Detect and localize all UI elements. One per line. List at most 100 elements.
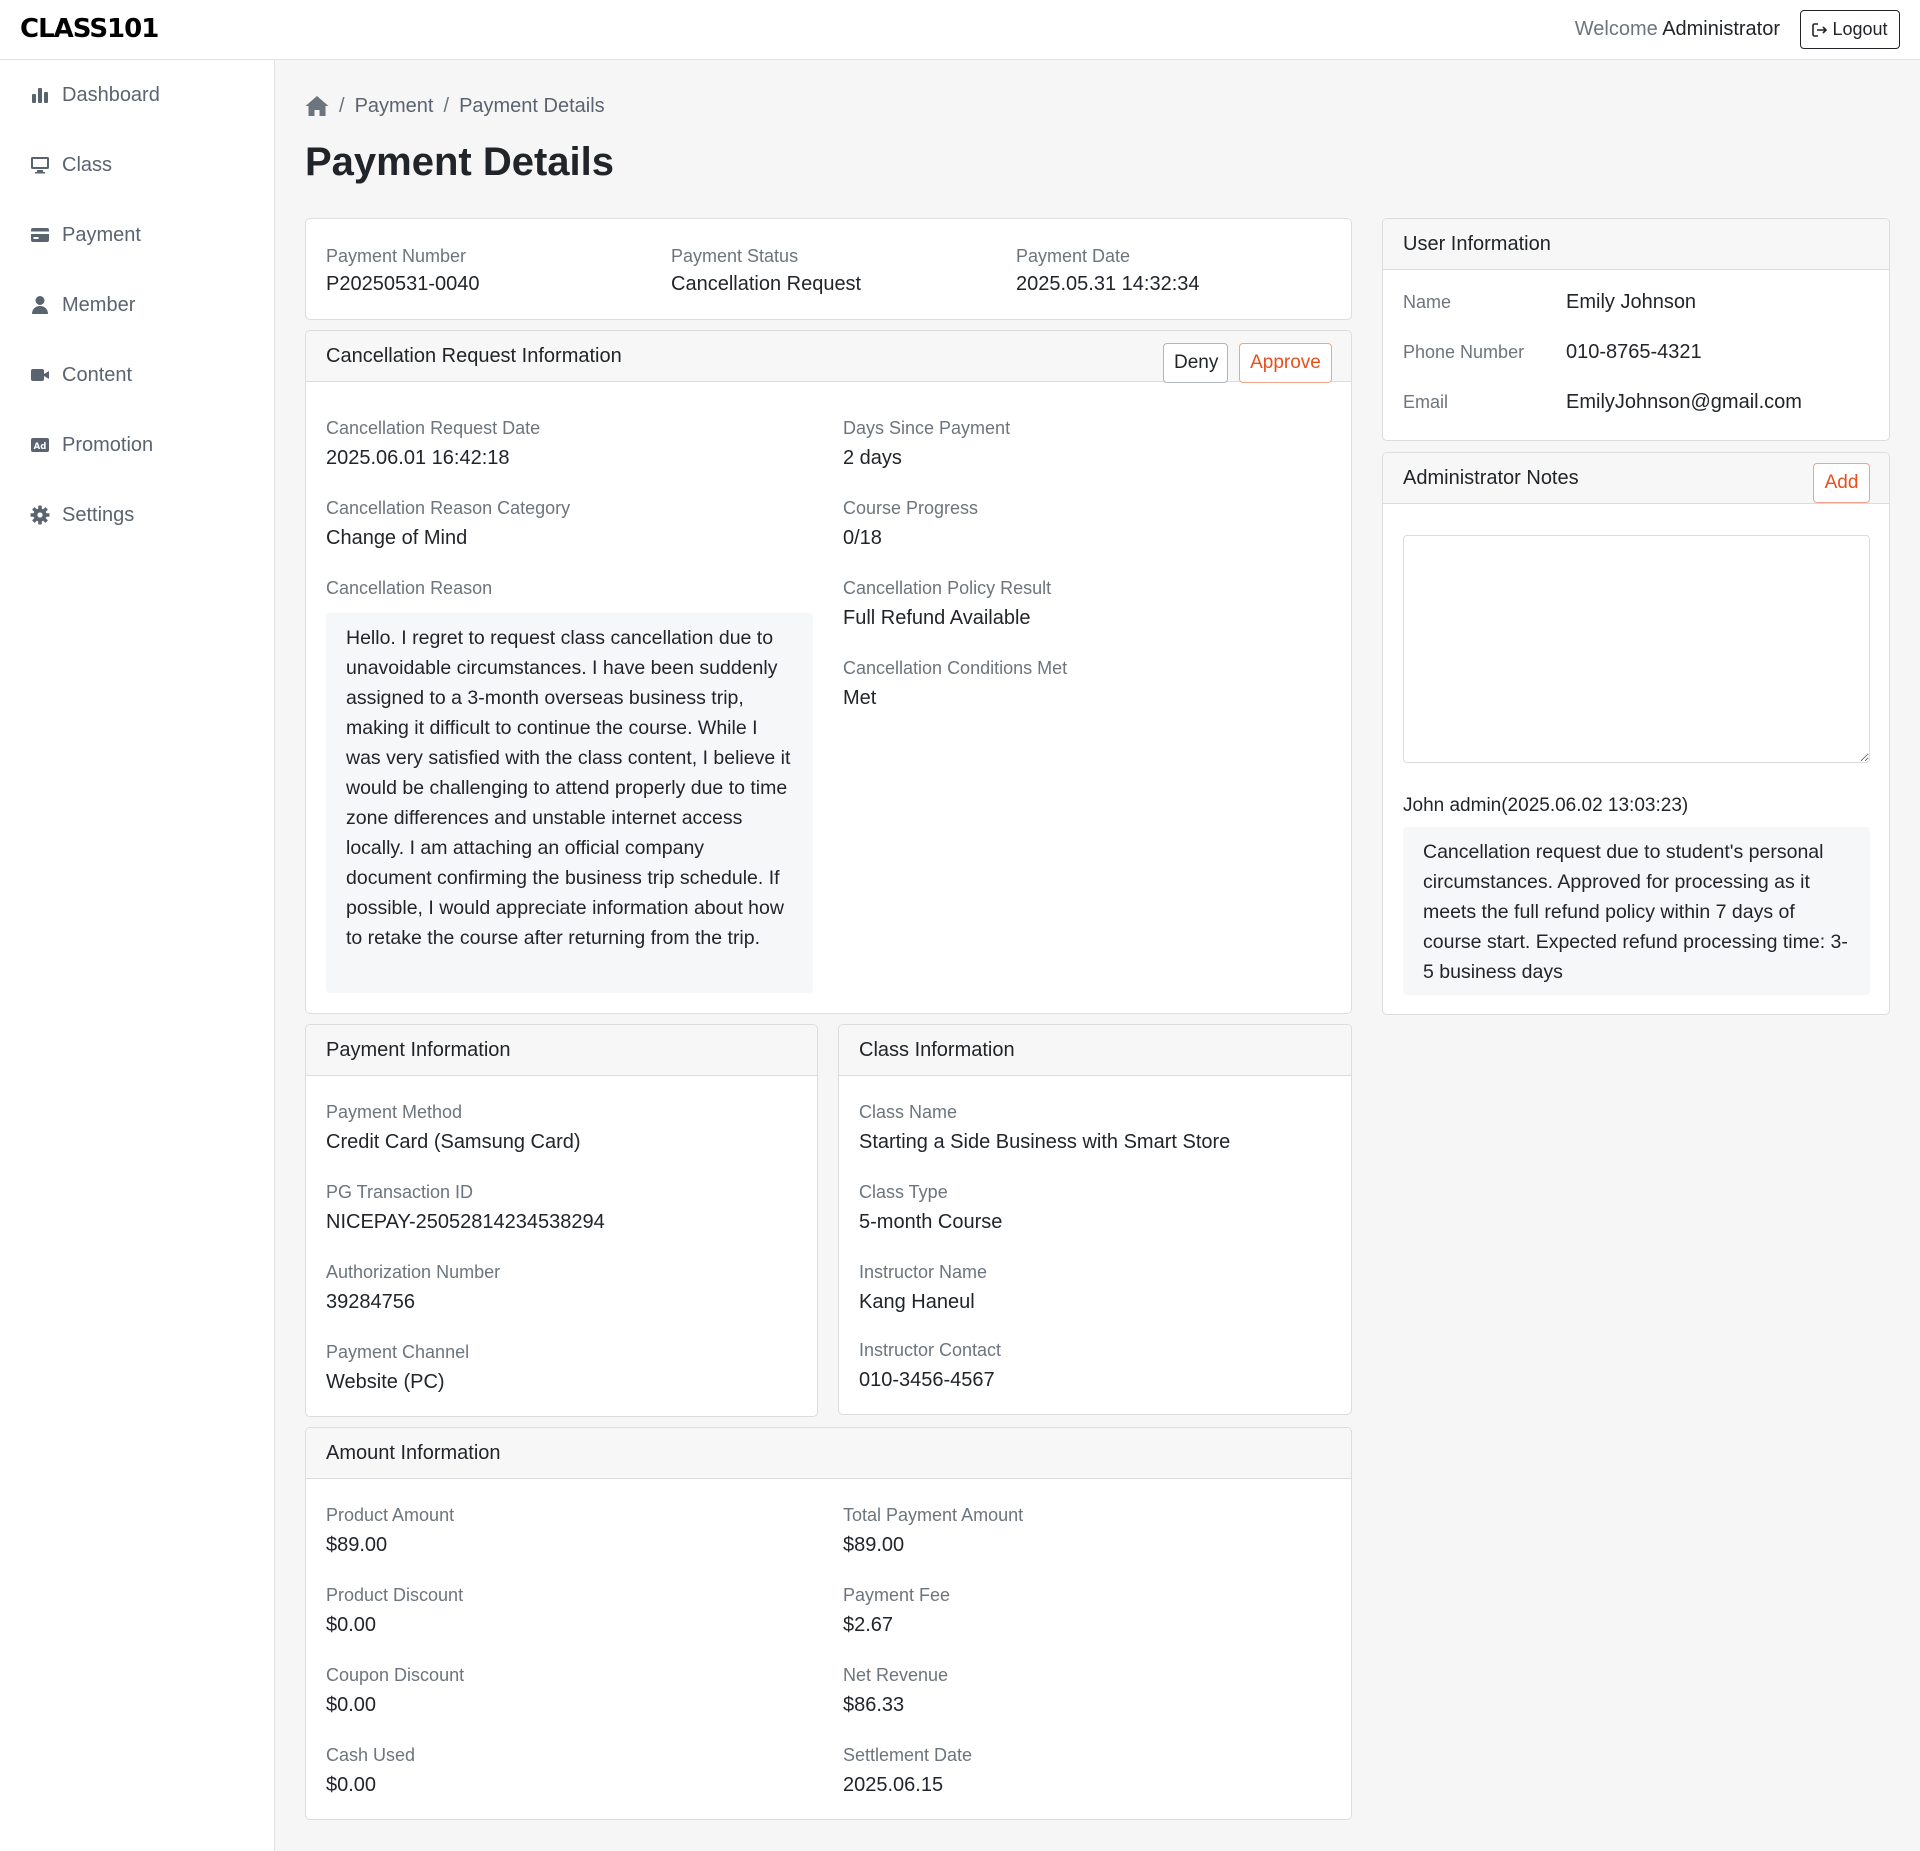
welcome-prefix: Welcome: [1574, 18, 1658, 40]
admin-note-textarea[interactable]: [1403, 535, 1870, 763]
product-amount-field: Product Amount $89.00: [326, 1504, 454, 1558]
sidebar-item-member[interactable]: Member: [30, 290, 135, 320]
field-label: Payment Status: [671, 246, 799, 266]
payment-number: P20250531-0040: [326, 273, 480, 295]
card-header: Payment Information: [306, 1025, 817, 1076]
field-label: Cancellation Request Date: [326, 418, 541, 438]
sidebar-item-dashboard[interactable]: Dashboard: [30, 80, 160, 110]
amount-information-card: Amount Information Product Amount $89.00…: [305, 1427, 1352, 1820]
sidebar-item-label: Settings: [62, 503, 135, 526]
current-user-name: Administrator: [1662, 18, 1780, 40]
gear-icon: [30, 505, 50, 525]
field-value: 39284756: [326, 1291, 415, 1313]
instructor-contact-field: Instructor Contact 010-3456-4567: [859, 1339, 1001, 1393]
user-name: Emily Johnson: [1566, 290, 1697, 313]
field-label: Payment Date: [1016, 246, 1131, 266]
logout-label: Logout: [1832, 19, 1888, 39]
field-value: 010-3456-4567: [859, 1369, 995, 1391]
field-value: Met: [843, 687, 877, 709]
row-label: Phone Number: [1403, 341, 1525, 362]
deny-button[interactable]: Deny: [1163, 343, 1228, 383]
user-phone: 010-8765-4321: [1566, 340, 1702, 363]
payment-date-field: Payment Date 2025.05.31 14:32:34: [1016, 245, 1200, 297]
card-title: User Information: [1403, 232, 1551, 255]
user-phone-row: Phone Number 010-8765-4321: [1403, 337, 1869, 367]
payment-channel-field: Payment Channel Website (PC): [326, 1341, 469, 1395]
card-title: Cancellation Request Information: [326, 344, 622, 367]
card-title: Payment Information: [326, 1038, 511, 1061]
sidebar-item-class[interactable]: Class: [30, 150, 112, 180]
sidebar-item-label: Payment: [62, 223, 141, 246]
card-header: Class Information: [839, 1025, 1351, 1076]
cancellation-policy-result-field: Cancellation Policy Result Full Refund A…: [843, 577, 1051, 631]
payment-summary-card: Payment Number P20250531-0040 Payment St…: [305, 218, 1352, 320]
field-label: Coupon Discount: [326, 1665, 465, 1685]
monitor-icon: [31, 157, 49, 174]
field-label: Authorization Number: [326, 1262, 501, 1282]
payment-information-card: Payment Information Payment Method Credi…: [305, 1024, 818, 1417]
field-label: Payment Fee: [843, 1585, 951, 1605]
logout-button[interactable]: Logout: [1800, 10, 1900, 49]
top-navbar: CLASS101 Welcome Administrator Logout: [0, 0, 1920, 60]
add-note-button[interactable]: Add: [1813, 463, 1870, 503]
field-label: Class Type: [859, 1182, 948, 1202]
field-value: $0.00: [326, 1694, 377, 1716]
coupon-discount-field: Coupon Discount $0.00: [326, 1664, 464, 1718]
payment-date: 2025.05.31 14:32:34: [1016, 273, 1200, 295]
field-label: Course Progress: [843, 498, 979, 518]
field-label: Product Amount: [326, 1505, 455, 1525]
breadcrumb-separator: /: [339, 94, 345, 117]
days-since-payment-field: Days Since Payment 2 days: [843, 417, 1010, 471]
field-label: Payment Method: [326, 1102, 463, 1122]
field-value: Full Refund Available: [843, 607, 1031, 629]
sidebar-item-settings[interactable]: Settings: [30, 500, 134, 530]
field-label: Product Discount: [326, 1585, 464, 1605]
sidebar-item-content[interactable]: Content: [30, 360, 132, 390]
approve-button[interactable]: Approve: [1239, 343, 1332, 383]
field-label: Payment Channel: [326, 1342, 470, 1362]
field-value: $89.00: [326, 1534, 388, 1556]
field-value: Kang Haneul: [859, 1291, 975, 1313]
logo[interactable]: CLASS101: [20, 14, 159, 44]
breadcrumb-payment[interactable]: Payment: [355, 95, 434, 118]
field-value: 0/18: [843, 527, 882, 549]
field-value: NICEPAY-25052814234538294: [326, 1211, 605, 1233]
user-name-row: Name Emily Johnson: [1403, 287, 1869, 317]
payment-status: Cancellation Request: [671, 273, 862, 295]
field-label: Class Name: [859, 1102, 958, 1122]
net-revenue-field: Net Revenue $86.33: [843, 1664, 948, 1718]
field-label: PG Transaction ID: [326, 1182, 474, 1202]
field-value: Starting a Side Business with Smart Stor…: [859, 1131, 1231, 1153]
cash-used-field: Cash Used $0.00: [326, 1744, 415, 1798]
logout-icon: [1812, 22, 1828, 37]
product-discount-field: Product Discount $0.00: [326, 1584, 463, 1638]
home-icon[interactable]: [305, 95, 329, 117]
sidebar-item-label: Member: [62, 293, 136, 316]
sidebar-item-label: Promotion: [62, 433, 154, 456]
user-email-row: Email EmilyJohnson@gmail.com: [1403, 387, 1869, 417]
svg-text:Ad: Ad: [34, 442, 47, 452]
breadcrumb-current: Payment Details: [459, 94, 605, 117]
cancellation-request-card: Cancellation Request Information Deny Ap…: [305, 330, 1352, 1014]
field-value: $2.67: [843, 1614, 894, 1636]
video-camera-icon: [31, 369, 49, 381]
sidebar-item-promotion[interactable]: Ad Promotion: [30, 430, 153, 460]
person-icon: [32, 296, 48, 314]
payment-status-field: Payment Status Cancellation Request: [671, 245, 861, 297]
field-value: 2 days: [843, 447, 902, 469]
class-information-card: Class Information Class Name Starting a …: [838, 1024, 1352, 1415]
note-text: Cancellation request due to student's pe…: [1403, 827, 1870, 995]
field-value: 2025.06.15: [843, 1774, 944, 1796]
field-label: Cancellation Reason Category: [326, 498, 571, 518]
field-label: Payment Number: [326, 246, 467, 266]
sidebar-item-payment[interactable]: Payment: [30, 220, 141, 250]
note-author: John admin(2025.06.02 13:03:23): [1403, 795, 1689, 816]
user-email: EmilyJohnson@gmail.com: [1566, 390, 1802, 413]
sidebar: Dashboard Class Payment Member Content A…: [0, 60, 275, 1851]
total-payment-amount-field: Total Payment Amount $89.00: [843, 1504, 1023, 1558]
field-label: Cancellation Conditions Met: [843, 658, 1068, 678]
breadcrumb: / Payment / Payment Details: [305, 92, 605, 120]
pg-transaction-id-field: PG Transaction ID NICEPAY-25052814234538…: [326, 1181, 605, 1235]
instructor-name-field: Instructor Name Kang Haneul: [859, 1261, 987, 1315]
card-header: Amount Information: [306, 1428, 1351, 1479]
